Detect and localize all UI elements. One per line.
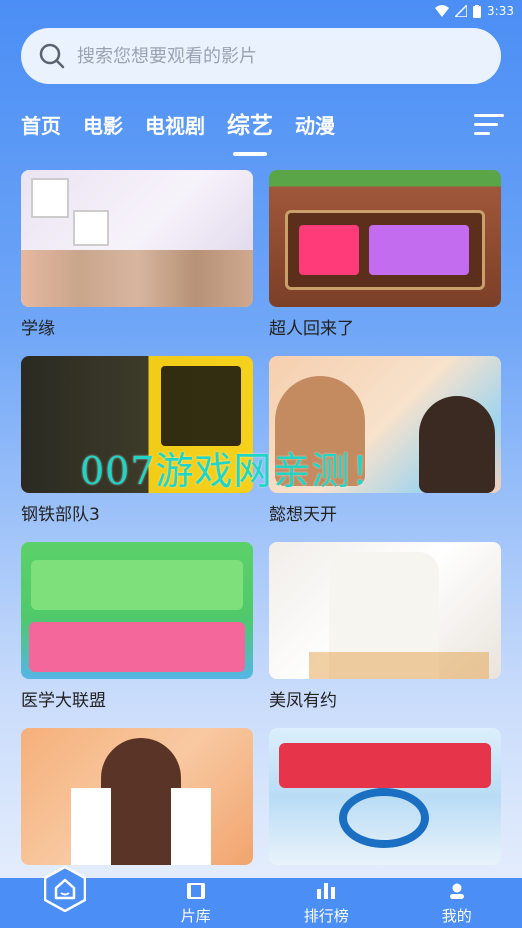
chart-icon [317, 883, 336, 899]
show-thumbnail[interactable] [269, 728, 501, 865]
signal-icon [455, 5, 468, 17]
wifi-icon [435, 5, 450, 17]
show-thumbnail[interactable] [21, 728, 253, 865]
tab-movies[interactable]: 电影 [83, 108, 123, 144]
show-title: 懿想天开 [269, 505, 337, 525]
show-title: 超人回来了 [269, 319, 354, 339]
show-title: 学缘 [21, 319, 55, 339]
search-icon [39, 43, 65, 69]
nav-profile[interactable]: 我的 [392, 878, 522, 928]
nav-library[interactable]: 片库 [131, 878, 262, 928]
category-tabs: 首页 电影 电视剧 综艺 动漫 [21, 108, 357, 144]
tab-variety[interactable]: 综艺 [227, 108, 273, 144]
watermark-text: 007游戏网亲测！ [80, 449, 390, 493]
show-thumbnail[interactable] [269, 170, 501, 307]
show-card[interactable]: 学缘 [21, 170, 253, 356]
show-thumbnail[interactable] [21, 170, 253, 307]
nav-label: 片库 [180, 907, 211, 925]
status-bar: 3:33 [0, 0, 522, 22]
show-title: 美凤有约 [269, 691, 337, 711]
show-card[interactable]: 美凤有约 [269, 542, 501, 728]
home-icon[interactable] [44, 866, 86, 912]
show-title: 医学大联盟 [21, 691, 106, 711]
nav-ranking[interactable]: 排行榜 [261, 878, 392, 928]
status-time: 3:33 [487, 4, 514, 18]
tab-tv[interactable]: 电视剧 [145, 108, 205, 144]
show-card[interactable]: 医学大联盟 [21, 542, 253, 728]
show-title: 钢铁部队3 [21, 505, 100, 525]
search-bar[interactable] [21, 28, 501, 84]
show-grid: 学缘 超人回来了 钢铁部队3 懿想天开 医学大联盟 美凤有约 [21, 170, 501, 914]
tab-anime[interactable]: 动漫 [295, 108, 335, 144]
film-icon [186, 883, 205, 899]
show-thumbnail[interactable] [269, 542, 501, 679]
search-input[interactable] [77, 45, 457, 67]
nav-label: 我的 [441, 907, 472, 925]
nav-label: 排行榜 [303, 907, 349, 925]
show-card[interactable]: 超人回来了 [269, 170, 501, 356]
show-thumbnail[interactable] [21, 542, 253, 679]
user-icon [449, 883, 464, 899]
tab-home[interactable]: 首页 [21, 108, 61, 144]
menu-icon[interactable] [474, 112, 504, 138]
battery-icon [473, 4, 482, 18]
